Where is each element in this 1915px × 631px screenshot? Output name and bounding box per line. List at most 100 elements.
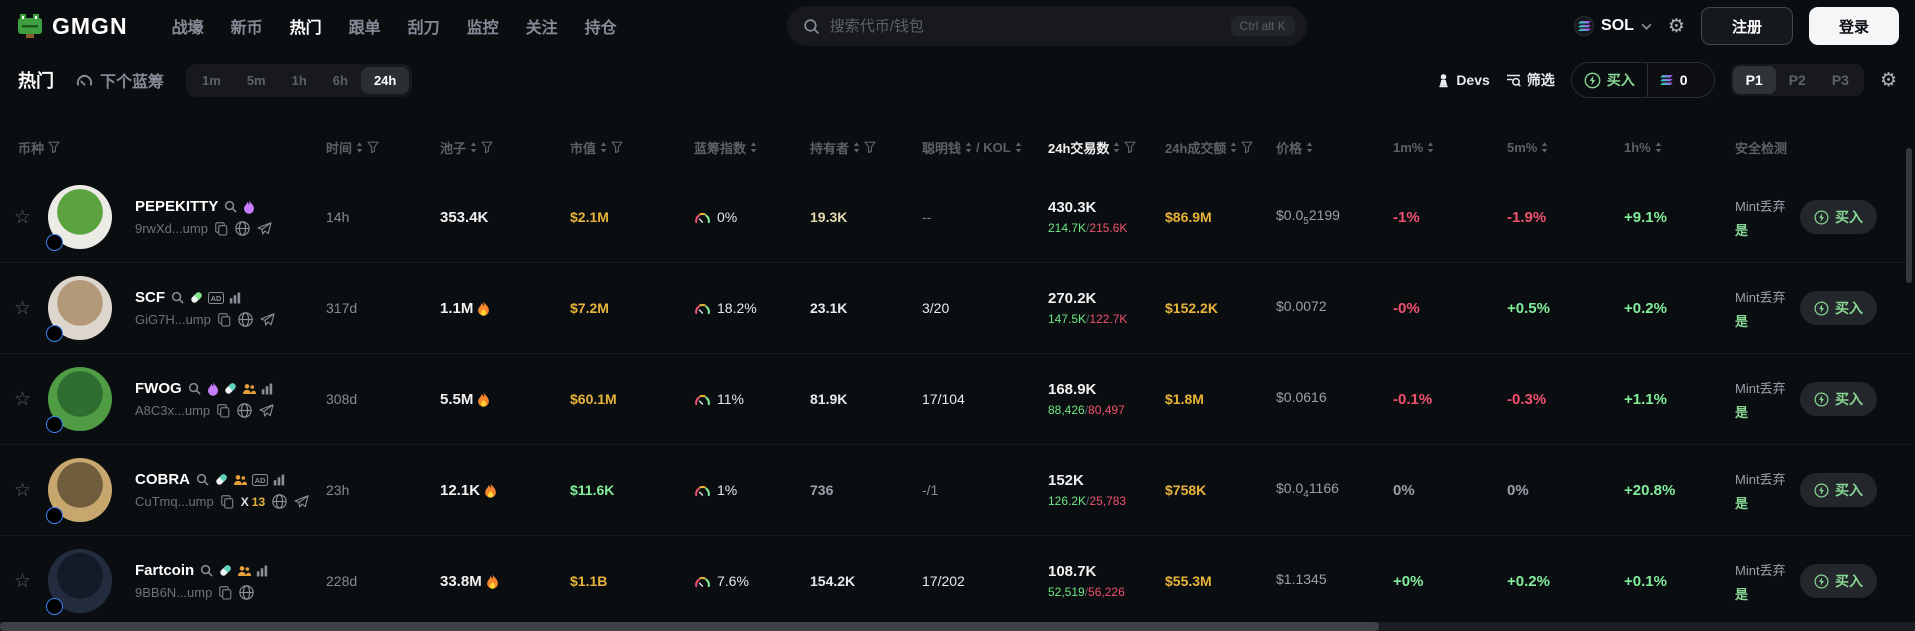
globe-icon[interactable]: [239, 585, 255, 600]
horizontal-scrollbar-track[interactable]: [0, 622, 1915, 631]
search-input[interactable]: [829, 17, 1221, 35]
copy-icon[interactable]: [217, 312, 231, 327]
column-header-12[interactable]: 1h%: [1608, 140, 1719, 155]
sort-icon[interactable]: [356, 141, 363, 153]
buy-button[interactable]: 买入: [1800, 473, 1877, 507]
nav-item[interactable]: 跟单: [349, 14, 381, 38]
telegram-icon[interactable]: [260, 313, 275, 326]
token-name[interactable]: FWOG: [135, 380, 182, 397]
login-button[interactable]: 登录: [1808, 7, 1899, 45]
quick-buy-button[interactable]: 买入: [1572, 70, 1647, 90]
table-row[interactable]: ☆ COBRA AD CuTmq...ump X 13 23h 12.1K $11…: [0, 445, 1915, 536]
gmgn-logo[interactable]: GMGN: [16, 12, 128, 40]
favorite-star-icon[interactable]: ☆: [14, 480, 31, 501]
token-avatar[interactable]: [46, 185, 112, 251]
devs-filter-button[interactable]: Devs: [1437, 72, 1490, 88]
globe-icon[interactable]: [235, 221, 250, 236]
sort-icon[interactable]: [470, 141, 477, 153]
nav-item[interactable]: 关注: [526, 14, 558, 38]
favorite-star-icon[interactable]: ☆: [14, 298, 31, 319]
x-twitter-link[interactable]: X 13: [241, 495, 265, 509]
filter-funnel-icon[interactable]: [1241, 141, 1254, 153]
search-icon[interactable]: [200, 564, 213, 577]
globe-icon[interactable]: [237, 403, 252, 418]
nav-item[interactable]: 战壕: [172, 14, 204, 38]
filter-button[interactable]: 筛选: [1506, 70, 1555, 90]
column-header-0[interactable]: 币种: [0, 138, 310, 157]
table-row[interactable]: ☆ SCF AD GiG7H...ump 317d 1.1M $7.2M 18.…: [0, 263, 1915, 354]
filter-funnel-icon[interactable]: [1124, 141, 1137, 153]
token-avatar[interactable]: [46, 367, 112, 433]
buy-button[interactable]: 买入: [1800, 382, 1877, 416]
token-avatar[interactable]: [46, 276, 112, 342]
globe-icon[interactable]: [238, 312, 253, 327]
favorite-star-icon[interactable]: ☆: [14, 207, 31, 228]
token-avatar[interactable]: [46, 458, 112, 524]
sort-icon[interactable]: [853, 141, 860, 153]
filter-funnel-icon[interactable]: [611, 141, 623, 153]
token-avatar[interactable]: [46, 549, 112, 615]
token-name[interactable]: COBRA: [135, 471, 190, 488]
sort-icon[interactable]: [1306, 141, 1313, 153]
buy-button[interactable]: 买入: [1800, 564, 1877, 598]
filter-funnel-icon[interactable]: [48, 141, 60, 153]
copy-icon[interactable]: [220, 494, 234, 509]
table-row[interactable]: ☆ PEPEKITTY 9rwXd...ump 14h 353.4K $2.1M…: [0, 172, 1915, 263]
copy-icon[interactable]: [217, 403, 230, 418]
filter-funnel-icon[interactable]: [864, 141, 876, 153]
search-icon[interactable]: [196, 473, 209, 486]
table-row[interactable]: ☆ FWOG A8C3x...ump 308d 5.5M $60.1M 11% …: [0, 354, 1915, 445]
globe-icon[interactable]: [272, 494, 287, 509]
settings-gear-icon[interactable]: ⚙: [1668, 17, 1685, 36]
copy-icon[interactable]: [219, 585, 232, 600]
token-name[interactable]: SCF: [135, 289, 165, 306]
token-name[interactable]: Fartcoin: [135, 562, 194, 579]
search-icon[interactable]: [188, 382, 201, 395]
column-header-1[interactable]: 时间: [310, 138, 424, 157]
search-icon[interactable]: [224, 200, 237, 213]
register-button[interactable]: 注册: [1700, 7, 1793, 45]
filter-funnel-icon[interactable]: [481, 141, 493, 153]
search-icon[interactable]: [171, 291, 184, 304]
chain-selector[interactable]: SOL: [1574, 16, 1652, 36]
preset-p1[interactable]: P1: [1732, 66, 1776, 94]
sort-icon[interactable]: [1427, 141, 1434, 153]
tab-next-bluechip[interactable]: 下个蓝筹: [76, 68, 164, 92]
sort-icon[interactable]: [1541, 141, 1548, 153]
column-header-8[interactable]: 24h成交额: [1149, 138, 1260, 157]
sort-icon[interactable]: [1230, 141, 1237, 153]
column-header-3[interactable]: 市值: [554, 138, 678, 157]
column-header-2[interactable]: 池子: [424, 138, 554, 157]
nav-item[interactable]: 热门: [290, 14, 322, 38]
sort-icon[interactable]: [750, 141, 757, 153]
sort-icon[interactable]: [1015, 141, 1022, 153]
search-box[interactable]: Ctrl alt K: [786, 6, 1307, 46]
column-header-9[interactable]: 价格: [1260, 138, 1377, 157]
telegram-icon[interactable]: [294, 495, 309, 508]
column-header-10[interactable]: 1m%: [1377, 140, 1491, 155]
sort-icon[interactable]: [600, 141, 607, 153]
timeframe-24h[interactable]: 24h: [360, 66, 410, 94]
column-header-5[interactable]: 持有者: [794, 138, 906, 157]
timeframe-5m[interactable]: 5m: [234, 67, 279, 94]
tab-hot[interactable]: 热门: [18, 67, 54, 93]
favorite-star-icon[interactable]: ☆: [14, 571, 31, 592]
sort-icon[interactable]: [1655, 141, 1662, 153]
buy-button[interactable]: 买入: [1800, 291, 1877, 325]
column-header-7[interactable]: 24h交易数: [1032, 138, 1149, 157]
timeframe-1h[interactable]: 1h: [279, 67, 320, 94]
sort-icon[interactable]: [965, 141, 972, 153]
token-name[interactable]: PEPEKITTY: [135, 198, 218, 215]
nav-item[interactable]: 监控: [467, 14, 499, 38]
vertical-scrollbar[interactable]: [1906, 148, 1912, 283]
column-header-13[interactable]: 安全检测: [1719, 138, 1787, 157]
timeframe-6h[interactable]: 6h: [320, 67, 361, 94]
sort-icon[interactable]: [1113, 141, 1120, 153]
telegram-icon[interactable]: [257, 222, 272, 235]
column-header-4[interactable]: 蓝筹指数: [678, 138, 794, 157]
preset-p3[interactable]: P3: [1819, 66, 1862, 94]
nav-item[interactable]: 刮刀: [408, 14, 440, 38]
copy-icon[interactable]: [215, 221, 228, 236]
quick-buy-amount-input[interactable]: 0: [1646, 63, 1714, 97]
horizontal-scrollbar-thumb[interactable]: [0, 622, 1379, 631]
